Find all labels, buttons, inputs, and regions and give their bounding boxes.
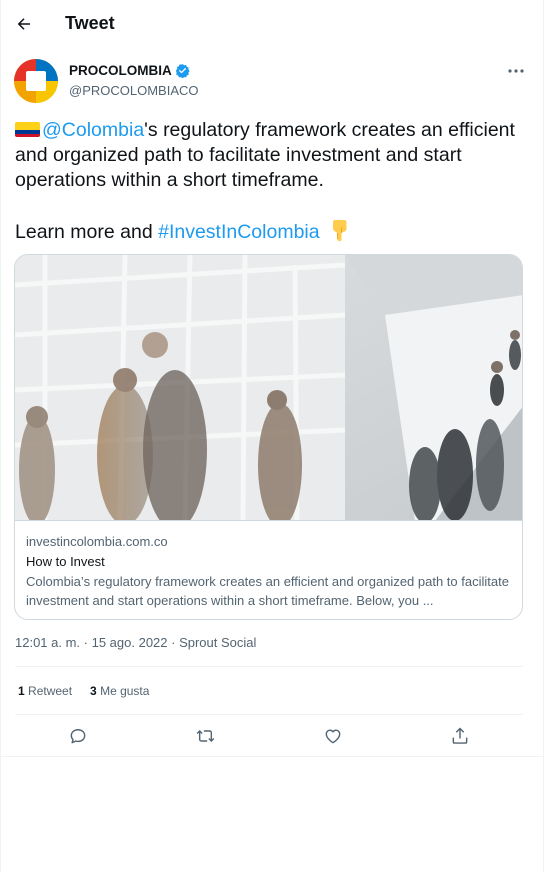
avatar[interactable] (14, 59, 58, 103)
share-icon (452, 727, 468, 744)
card-domain: investincolombia.com.co (26, 534, 168, 549)
card-title: How to Invest (26, 554, 105, 569)
pointing-down-icon (333, 220, 347, 242)
page-title: Tweet (65, 13, 115, 33)
retweets-stat[interactable]: 1 Retweet (18, 684, 72, 698)
heart-icon (325, 729, 341, 744)
card-image[interactable] (15, 255, 522, 521)
link-preview-card[interactable]: investincolombia.com.co How to Invest Co… (14, 254, 523, 620)
tweet-page: Tweet PROCOLOMBIA @PROCOLOMBIACO @Colomb… (0, 0, 544, 872)
tweet-text: @Colombia's regulatory framework creates… (15, 118, 515, 245)
share-button[interactable] (447, 723, 473, 749)
retweet-button[interactable] (192, 723, 218, 749)
reply-icon (70, 729, 86, 744)
tweet-time[interactable]: 12:01 a. m. (15, 635, 80, 650)
tweet-stats: 1 Retweet 3 Me gusta (18, 684, 149, 698)
tweet-meta: 12:01 a. m. · 15 ago. 2022 · Sprout Soci… (15, 635, 256, 650)
likes-label: Me gusta (96, 684, 150, 698)
tweet-date[interactable]: 15 ago. 2022 (92, 635, 168, 650)
retweets-count: 1 (18, 684, 25, 698)
verified-badge-icon (175, 63, 190, 78)
retweets-label: Retweet (24, 684, 73, 698)
meta-separator: · (80, 635, 92, 650)
tweet-actions (15, 723, 523, 749)
card-description: Colombia’s regulatory framework creates … (26, 574, 509, 608)
like-button[interactable] (320, 723, 346, 749)
card-body: investincolombia.com.co How to Invest Co… (26, 533, 516, 610)
arrow-left-icon (17, 18, 30, 30)
mention-link[interactable]: @Colombia (42, 119, 144, 141)
page-header: Tweet (1, 0, 544, 50)
more-icon (508, 69, 524, 73)
likes-stat[interactable]: 3 Me gusta (90, 684, 149, 698)
name-row: PROCOLOMBIA (69, 63, 190, 78)
meta-separator: · (167, 635, 180, 650)
divider (1, 756, 544, 757)
back-button[interactable] (11, 10, 37, 38)
colombia-flag-icon (15, 122, 40, 137)
retweet-icon (196, 729, 214, 743)
likes-count: 3 (90, 684, 97, 698)
tweet-cta-text: Learn more and (15, 221, 159, 243)
tweet-author: PROCOLOMBIA @PROCOLOMBIACO (14, 59, 534, 105)
divider (15, 666, 523, 667)
author-handle[interactable]: @PROCOLOMBIACO (69, 83, 199, 98)
tweet-source[interactable]: Sprout Social (179, 635, 256, 650)
divider (15, 714, 523, 715)
author-display-name[interactable]: PROCOLOMBIA (69, 63, 172, 78)
hashtag-link[interactable]: #InvestInColombia (158, 221, 320, 243)
more-options-button[interactable] (506, 63, 526, 79)
reply-button[interactable] (65, 723, 91, 749)
